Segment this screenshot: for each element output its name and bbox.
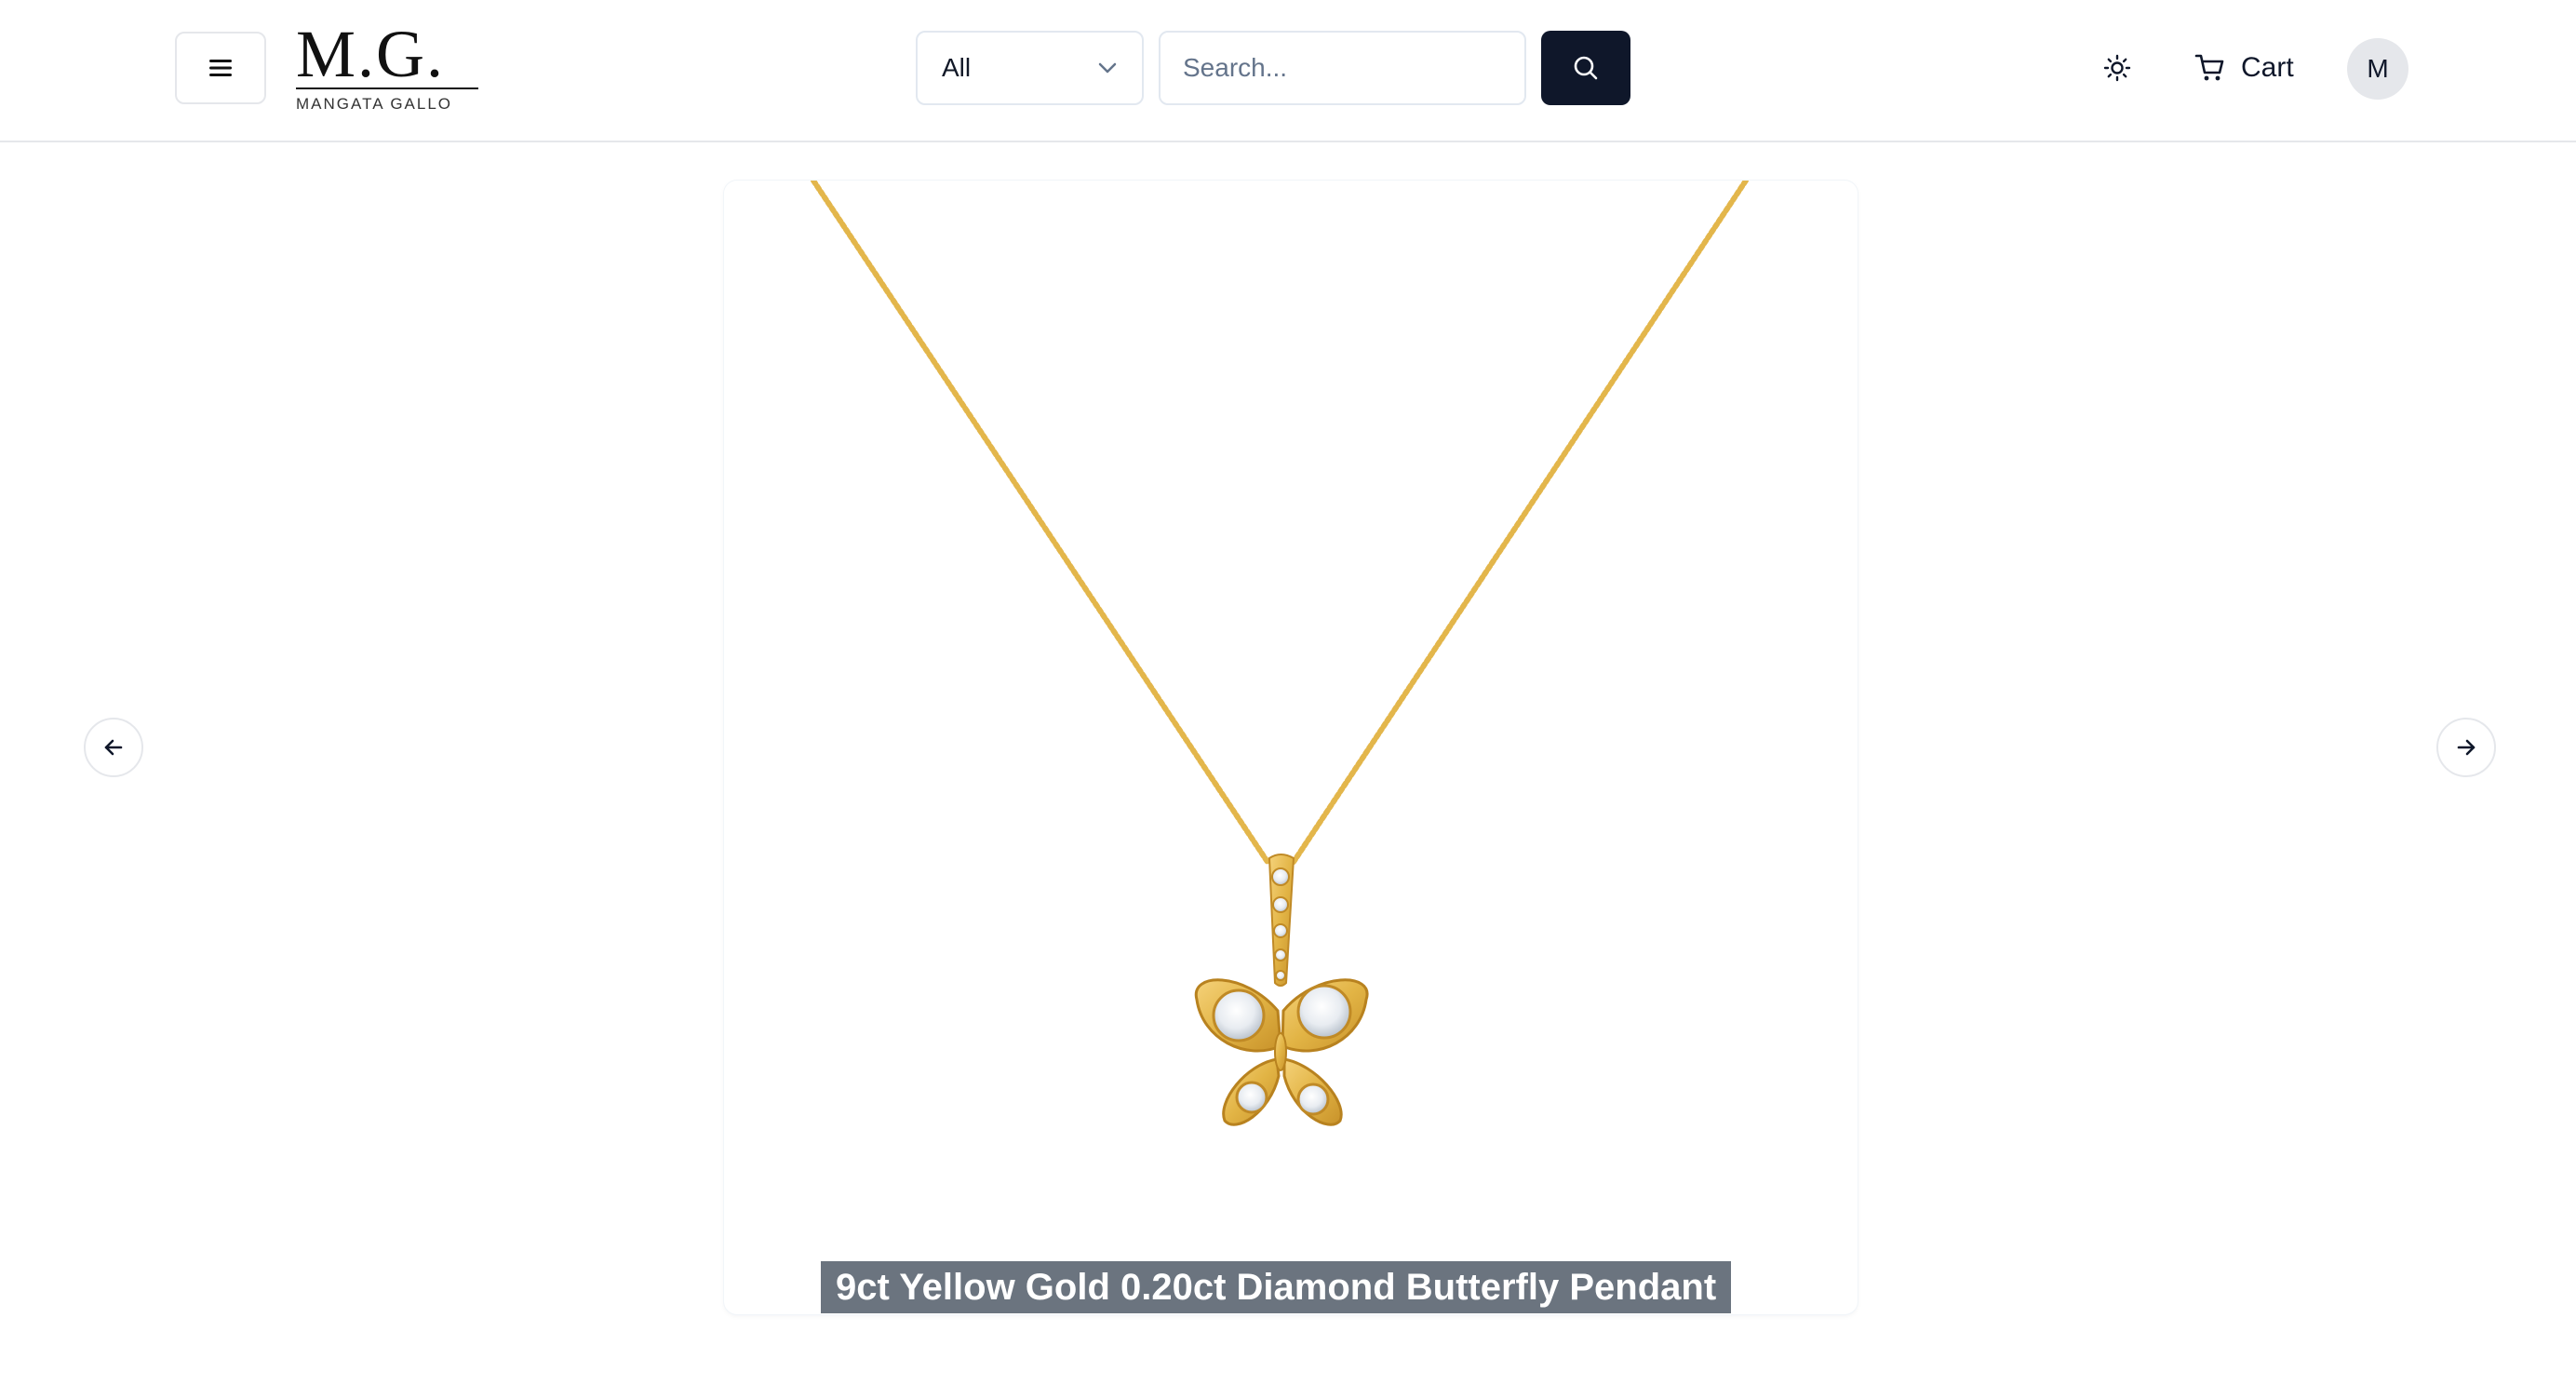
product-title[interactable]: 9ct Yellow Gold 0.20ct Diamond Butterfly… — [821, 1261, 1732, 1313]
category-selected-value: All — [942, 53, 972, 82]
product-slide-card[interactable] — [724, 181, 1858, 1314]
cart-link[interactable]: Cart — [2194, 37, 2294, 99]
logo-mark: M.G. — [296, 17, 446, 91]
site-header: M.G. MANGATA GALLO All Search... Cart M — [0, 0, 2576, 142]
arrow-left-icon — [104, 739, 123, 756]
sun-icon — [2103, 54, 2131, 82]
brand-logo[interactable]: M.G. MANGATA GALLO — [296, 17, 478, 113]
logo-subtitle: MANGATA GALLO — [296, 95, 453, 113]
menu-button[interactable] — [175, 32, 266, 104]
product-image — [811, 181, 1749, 1126]
search-button[interactable] — [1541, 31, 1630, 105]
search-icon — [1574, 56, 1598, 80]
theme-toggle-button[interactable] — [2092, 43, 2142, 93]
hamburger-menu-icon — [209, 60, 232, 76]
avatar-initial: M — [2367, 54, 2389, 83]
carousel-prev-button[interactable] — [84, 718, 143, 777]
carousel-next-button[interactable] — [2436, 718, 2496, 777]
search-input[interactable] — [1159, 31, 1526, 105]
chevron-down-icon — [1098, 62, 1117, 74]
shopping-cart-icon — [2194, 54, 2224, 81]
user-avatar[interactable]: M — [2347, 38, 2408, 100]
category-select[interactable]: All — [916, 31, 1144, 105]
arrow-right-icon — [2457, 739, 2475, 756]
cart-label: Cart — [2241, 52, 2294, 83]
